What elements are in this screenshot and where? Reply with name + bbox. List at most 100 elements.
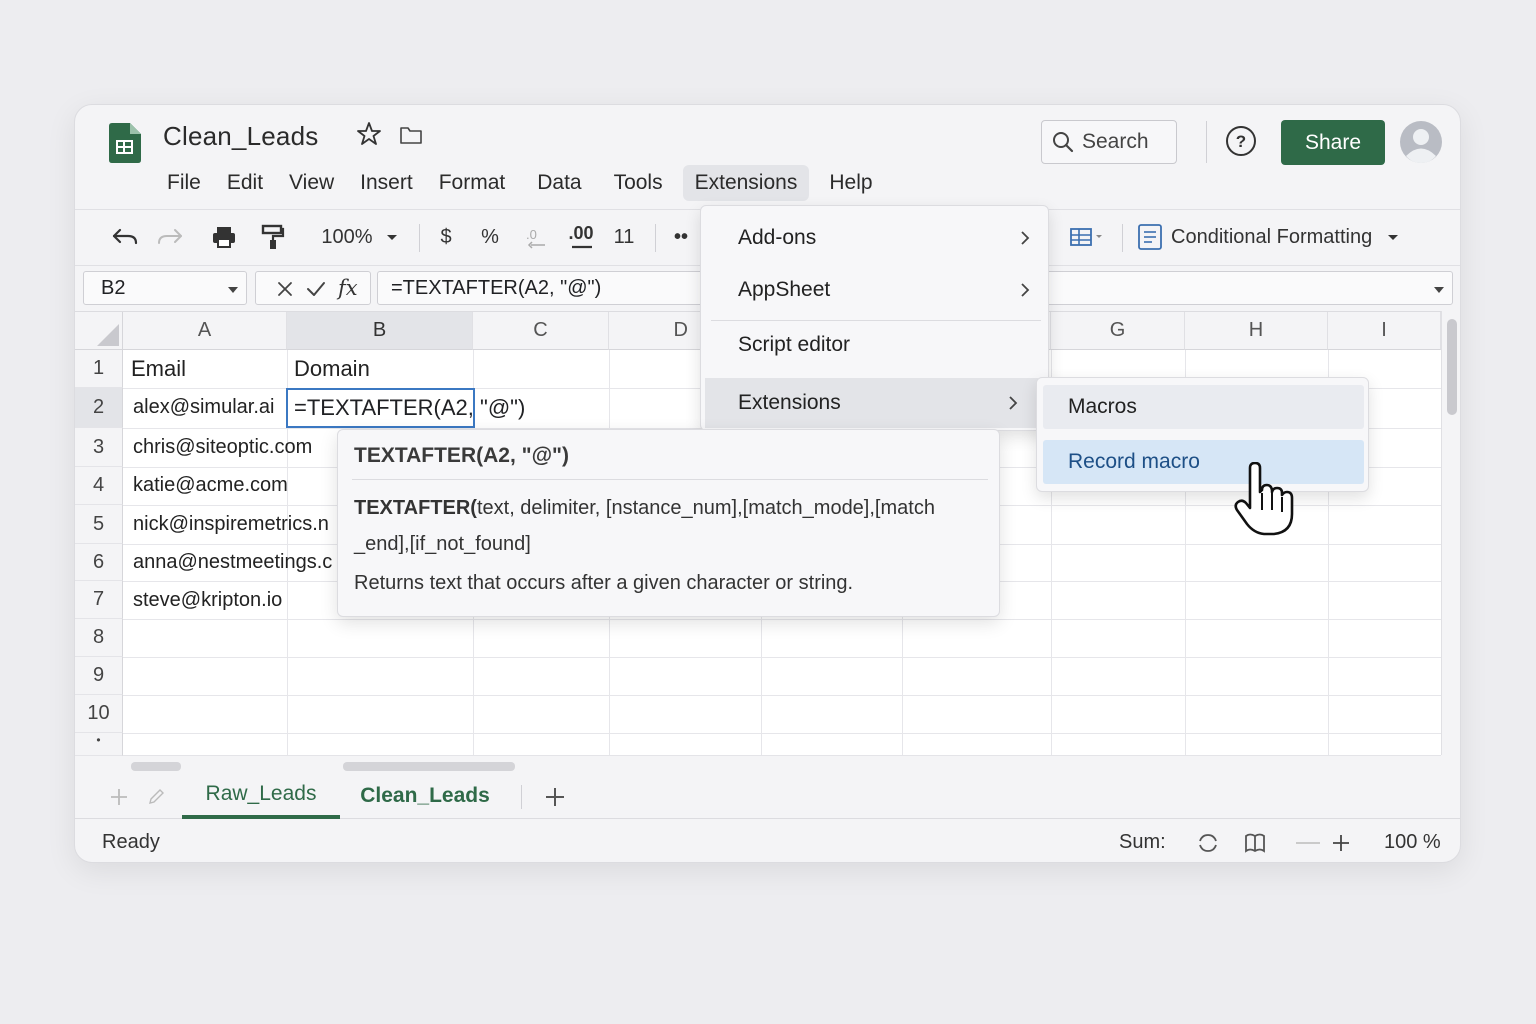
help-icon[interactable]: ? <box>1225 125 1257 157</box>
menu-insert[interactable]: Insert <box>348 165 425 201</box>
tab-raw-leads[interactable]: Raw_Leads <box>182 773 340 819</box>
search-label: Search <box>1082 130 1149 153</box>
font-size-field[interactable]: 11 <box>612 222 636 252</box>
cell-b1[interactable]: Domain <box>294 356 470 382</box>
document-title[interactable]: Clean_Leads <box>163 121 318 152</box>
star-icon[interactable] <box>356 121 382 147</box>
conditional-formatting-label: Conditional Formatting <box>1171 225 1373 248</box>
grid-line <box>123 619 1441 620</box>
menu-item-label: Extensions <box>738 391 841 414</box>
column-header-h[interactable]: H <box>1185 312 1328 350</box>
menu-data[interactable]: Data <box>525 165 593 201</box>
row-header-10[interactable]: 10 <box>75 695 123 733</box>
undo-button[interactable] <box>109 222 141 252</box>
sheets-logo-icon <box>109 123 141 163</box>
menu-tools[interactable]: Tools <box>602 165 675 201</box>
function-description: Returns text that occurs after a given c… <box>354 572 854 594</box>
name-box[interactable]: B2 <box>83 271 247 305</box>
redo-button[interactable] <box>154 222 186 252</box>
horizontal-scrollbar[interactable] <box>123 755 1441 773</box>
table-icon <box>1070 228 1102 246</box>
select-all-corner[interactable] <box>75 312 123 350</box>
share-button[interactable]: Share <box>1281 120 1385 165</box>
confirm-icon[interactable] <box>305 279 327 299</box>
column-header-b[interactable]: B <box>287 312 473 350</box>
divider <box>1122 224 1123 252</box>
scroll-thumb[interactable] <box>131 762 181 771</box>
conditional-formatting-icon <box>1138 224 1162 250</box>
increase-decimal-button[interactable]: .00 <box>565 222 597 252</box>
row-header-7[interactable]: 7 <box>75 581 123 619</box>
row-header-6[interactable]: 6 <box>75 544 123 581</box>
add-sheet-icon[interactable] <box>109 787 129 807</box>
corner-triangle-icon <box>97 324 119 346</box>
column-header-i[interactable]: I <box>1328 312 1441 350</box>
decrease-decimal-button[interactable]: .0 <box>523 222 549 252</box>
add-tab-icon[interactable] <box>544 786 566 808</box>
table-format-button[interactable] <box>1065 222 1107 252</box>
book-icon[interactable] <box>1242 832 1268 854</box>
chevron-down-icon <box>386 235 397 240</box>
active-cell-b2[interactable]: =TEXTAFTER(A2, "@") <box>286 388 525 428</box>
row-header-4[interactable]: 4 <box>75 467 123 505</box>
currency-format-button[interactable]: $ <box>435 222 457 252</box>
zoom-out-icon[interactable] <box>1294 833 1322 853</box>
status-zoom[interactable]: 100 % <box>1384 831 1441 854</box>
menu-bar: File Edit View Insert Format Data Tools … <box>155 163 887 203</box>
svg-text:.0: .0 <box>526 227 537 242</box>
zoom-select[interactable]: 100% <box>320 222 400 252</box>
cell-a7[interactable]: steve@kripton.io <box>133 589 340 612</box>
column-header-c[interactable]: C <box>473 312 609 350</box>
svg-text:?: ? <box>1236 132 1246 151</box>
paint-format-button[interactable] <box>259 222 287 252</box>
refresh-icon[interactable] <box>1196 832 1220 854</box>
cell-a5[interactable]: nick@inspiremetrics.n <box>133 513 340 536</box>
paint-format-icon <box>261 224 285 249</box>
undo-icon <box>112 228 138 245</box>
row-header-8[interactable]: 8 <box>75 619 123 657</box>
column-header-a[interactable]: A <box>123 312 287 350</box>
zoom-in-icon[interactable] <box>1331 833 1351 853</box>
percent-format-button[interactable]: % <box>479 222 501 252</box>
macros-submenu: Macros Record macro <box>1036 377 1369 492</box>
menu-item-extensions[interactable]: Extensions <box>705 378 1038 428</box>
row-header-9[interactable]: 9 <box>75 657 123 695</box>
scroll-thumb[interactable] <box>343 762 515 771</box>
column-header-g[interactable]: G <box>1051 312 1185 350</box>
menu-item-label: Add-ons <box>738 226 817 249</box>
menu-help[interactable]: Help <box>817 165 884 201</box>
menu-view[interactable]: View <box>277 165 346 201</box>
cell-a6[interactable]: anna@nestmeetings.c <box>133 551 340 574</box>
status-sum[interactable]: Sum: <box>1119 831 1166 854</box>
row-header-3[interactable]: 3 <box>75 428 123 467</box>
menu-item-record-macro[interactable]: Record macro <box>1043 440 1364 484</box>
tab-clean-leads[interactable]: Clean_Leads <box>340 773 510 819</box>
pencil-icon[interactable] <box>146 787 166 807</box>
cell-a1[interactable]: Email <box>131 356 285 382</box>
avatar[interactable] <box>1400 121 1442 163</box>
menu-extensions[interactable]: Extensions <box>682 165 810 201</box>
search-box[interactable]: Search <box>1041 120 1177 164</box>
print-button[interactable] <box>209 222 239 252</box>
cancel-icon[interactable] <box>275 279 295 299</box>
menu-item-macros[interactable]: Macros <box>1043 385 1364 429</box>
grid-line <box>123 657 1441 658</box>
more-tools-button[interactable]: •• <box>669 222 693 252</box>
row-header-5[interactable]: 5 <box>75 505 123 544</box>
formula-text: =TEXTAFTER(A2, "@") <box>391 276 602 299</box>
folder-icon[interactable] <box>399 125 423 145</box>
row-header-1[interactable]: 1 <box>75 350 123 388</box>
extensions-menu: Add-ons AppSheet Script editor Extension… <box>700 205 1049 431</box>
menu-item-appsheet[interactable]: AppSheet <box>701 265 1050 315</box>
grid-line <box>123 695 1441 696</box>
menu-edit[interactable]: Edit <box>215 165 275 201</box>
row-header-2[interactable]: 2 <box>75 388 123 428</box>
scroll-thumb[interactable] <box>1447 319 1457 415</box>
conditional-formatting-button[interactable]: Conditional Formatting <box>1137 222 1427 252</box>
vertical-scrollbar[interactable] <box>1441 311 1460 755</box>
menu-format[interactable]: Format <box>427 165 518 201</box>
cell-a2[interactable]: alex@simular.ai <box>133 396 285 419</box>
menu-file[interactable]: File <box>155 165 213 201</box>
menu-item-add-ons[interactable]: Add-ons <box>701 213 1050 263</box>
menu-item-script-editor[interactable]: Script editor <box>701 320 1050 370</box>
